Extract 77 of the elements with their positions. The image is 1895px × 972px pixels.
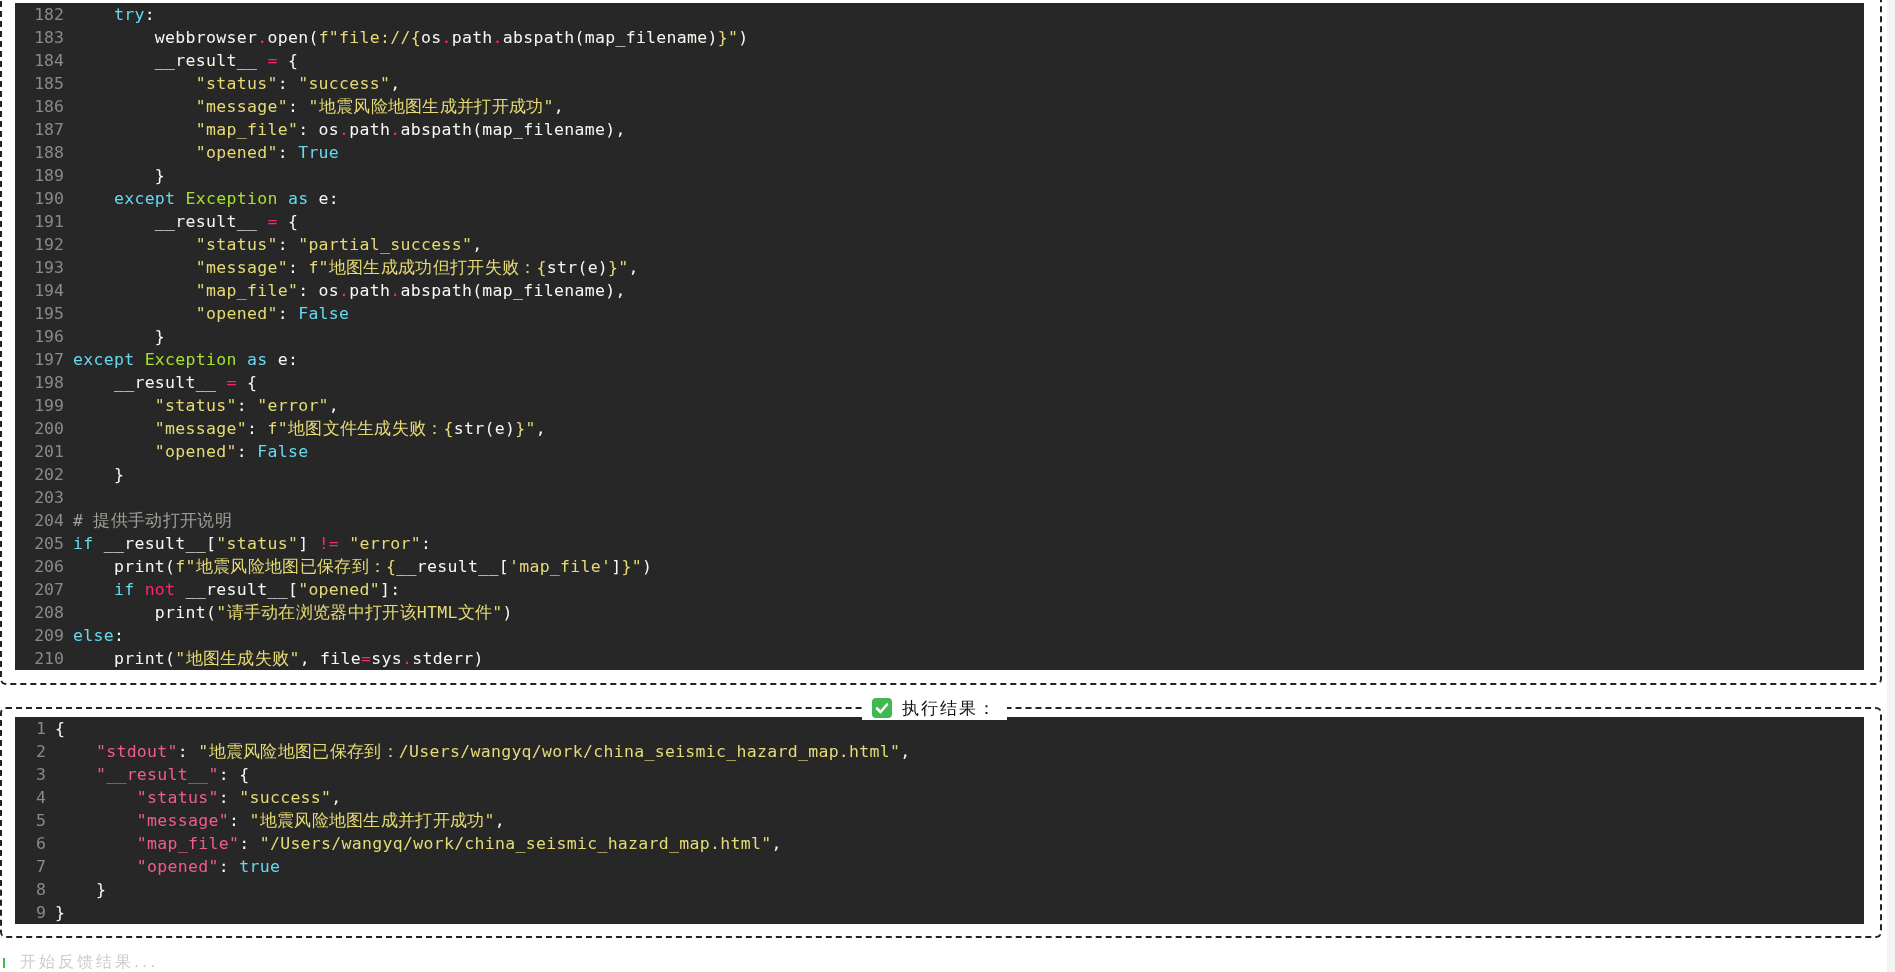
code-line: "message": f"地图生成成功但打开失败：{str(e)}", [194, 256, 639, 279]
line-number: 187 [33, 120, 65, 139]
code-line: __result__ = { [112, 373, 258, 392]
line-number: 197 [33, 350, 65, 369]
line-number: 203 [33, 488, 65, 507]
code-line: "status": "error", [153, 396, 340, 415]
line-number: 1 [35, 719, 47, 738]
line-number: 188 [33, 143, 65, 162]
line-number: 198 [33, 373, 65, 392]
line-number: 184 [33, 51, 65, 70]
code-line: } [112, 465, 125, 484]
line-number: 206 [33, 557, 65, 576]
line-number: 4 [35, 788, 47, 807]
line-number: 193 [33, 258, 65, 277]
result-title: 执行结果： [902, 696, 997, 720]
code-line: except Exception as e: [112, 189, 340, 208]
line-number: 204 [33, 511, 65, 530]
line-number: 192 [33, 235, 65, 254]
code-line: "__result__": { [94, 765, 250, 784]
line-number: 2 [35, 742, 47, 761]
line-number: 183 [33, 28, 65, 47]
line-number: 208 [33, 603, 65, 622]
line-number: 205 [33, 534, 65, 553]
line-number: 189 [33, 166, 65, 185]
line-number: 8 [35, 880, 47, 899]
line-number: 199 [33, 396, 65, 415]
line-number: 209 [33, 626, 65, 645]
code-line: { [55, 719, 66, 738]
code-line: "map_file": os.path.abspath(map_filename), [194, 120, 626, 139]
code-line: # 提供手动打开说明 [73, 509, 232, 532]
code-line: } [55, 903, 66, 922]
code-line: "opened": true [135, 857, 281, 876]
line-number: 186 [33, 97, 65, 116]
line-number: 201 [33, 442, 65, 461]
code-line: print(f"地震风险地图已保存到：{__result__['map_file']}") [112, 555, 653, 578]
line-number: 207 [33, 580, 65, 599]
code-line: "opened": False [153, 442, 309, 461]
line-number: 5 [35, 811, 47, 830]
code-line: "status": "success", [194, 74, 401, 93]
line-number: 182 [33, 5, 65, 24]
line-number: 200 [33, 419, 65, 438]
line-number: 3 [35, 765, 47, 784]
code-line: "map_file": os.path.abspath(map_filename), [194, 281, 626, 300]
code-line: __result__ = { [153, 212, 299, 231]
line-number: 9 [35, 903, 47, 922]
line-number: 6 [35, 834, 47, 853]
code-line: "map_file": "/Users/wangyq/work/china_seismic_hazard_map.html", [135, 834, 782, 853]
code-line: "stdout": "地震风险地图已保存到：/Users/wangyq/work/china_seismic_hazard_map.html", [94, 740, 911, 763]
line-number: 185 [33, 74, 65, 93]
code-line: except Exception as e: [73, 350, 299, 369]
code-line: "status": "success", [135, 788, 342, 807]
code-line: } [94, 880, 107, 899]
code-line: "message": "地震风险地图生成并打开成功", [194, 95, 564, 118]
line-number: 210 [33, 649, 65, 668]
line-number: 194 [33, 281, 65, 300]
code-line: "status": "partial_success", [194, 235, 483, 254]
line-number: 7 [35, 857, 47, 876]
code-line: __result__ = { [153, 51, 299, 70]
code-line: else: [73, 626, 125, 645]
line-number: 191 [33, 212, 65, 231]
code-line: } [153, 166, 166, 185]
code-line: print("请手动在浏览器中打开该HTML文件") [153, 601, 513, 624]
code-line: if __result__["status"] != "error": [73, 534, 432, 553]
code-line: "opened": True [194, 143, 340, 162]
line-number: 190 [33, 189, 65, 208]
line-number: 196 [33, 327, 65, 346]
code-line: try: [112, 5, 155, 24]
code-line: print("地图生成失败", file=sys.stderr) [112, 647, 484, 670]
code-line: "opened": False [194, 304, 350, 323]
line-number: 202 [33, 465, 65, 484]
code-line: "message": "地震风险地图生成并打开成功", [135, 809, 506, 832]
code-line: if not __result__["opened"]: [112, 580, 401, 599]
line-number: 195 [33, 304, 65, 323]
tick-icon [2, 957, 6, 968]
code-line: webbrowser.open(f"file://{os.path.abspath(map_filename)}") [153, 28, 749, 47]
code-line: } [153, 327, 166, 346]
code-line: "message": f"地图文件生成失败：{str(e)}", [153, 417, 546, 440]
